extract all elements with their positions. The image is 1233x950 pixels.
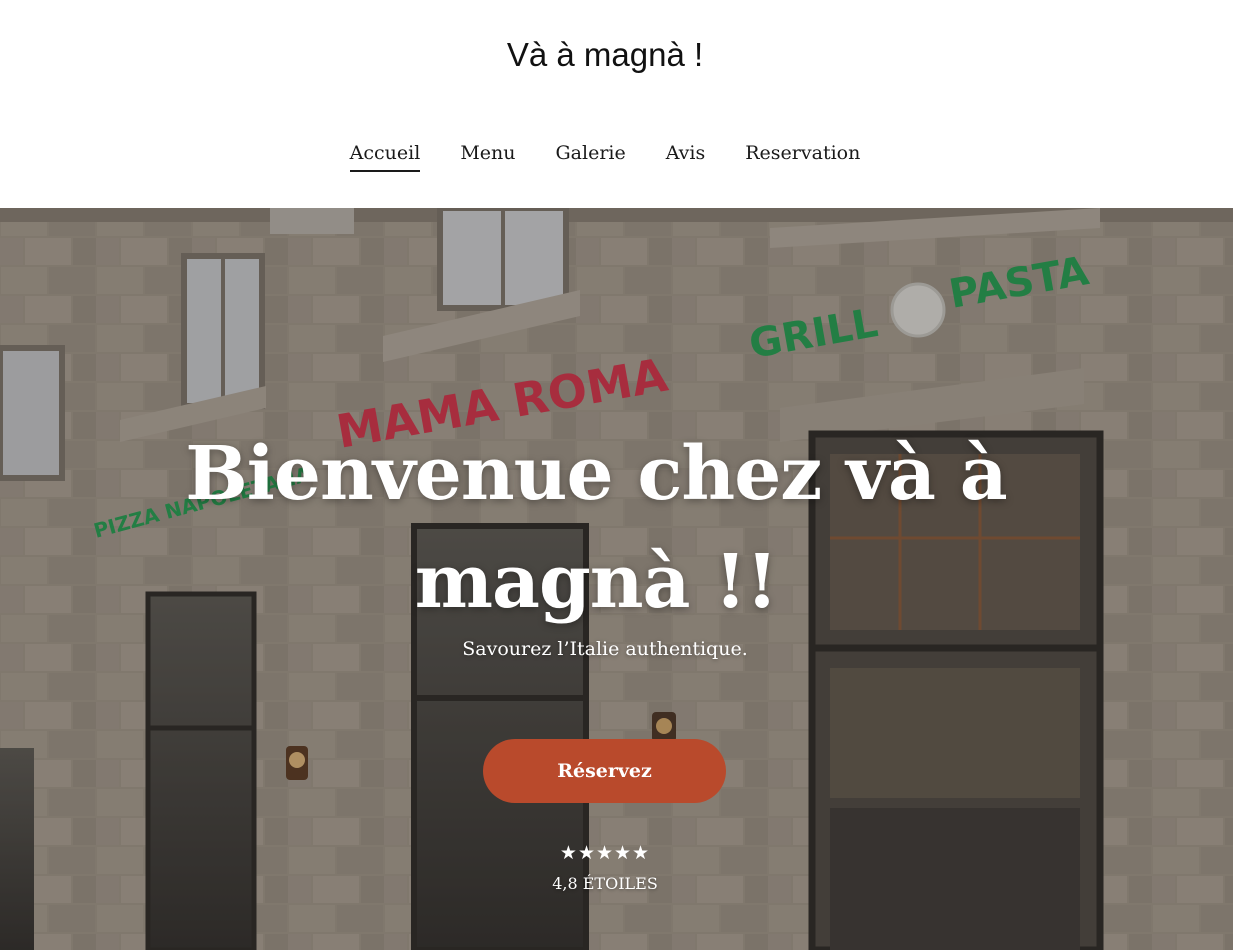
nav-item-accueil[interactable]: Accueil bbox=[349, 142, 421, 172]
hero-title: Bienvenue chez và à magnà !! bbox=[185, 431, 1007, 625]
nav-item-menu[interactable]: Menu bbox=[460, 142, 515, 172]
site-title[interactable]: Và à magnà ! bbox=[0, 36, 1210, 74]
site-header: Và à magnà ! Accueil Menu Galerie Avis R… bbox=[0, 0, 1233, 208]
nav-item-avis[interactable]: Avis bbox=[666, 142, 706, 172]
rating-text: 4,8 ÉTOILES bbox=[552, 874, 658, 893]
main-nav: Accueil Menu Galerie Avis Reservation bbox=[0, 142, 1210, 172]
nav-item-galerie[interactable]: Galerie bbox=[556, 142, 626, 172]
reserve-button[interactable]: Réservez bbox=[483, 739, 726, 803]
rating-stars: ★★★★★ bbox=[559, 842, 651, 864]
hero-subtitle: Savourez l’Italie authentique. bbox=[462, 638, 748, 660]
nav-item-reservation[interactable]: Reservation bbox=[745, 142, 860, 172]
hero-section: MAMA ROMA PIZZA NAPOLETANA GRILL PASTA B… bbox=[0, 208, 1233, 950]
